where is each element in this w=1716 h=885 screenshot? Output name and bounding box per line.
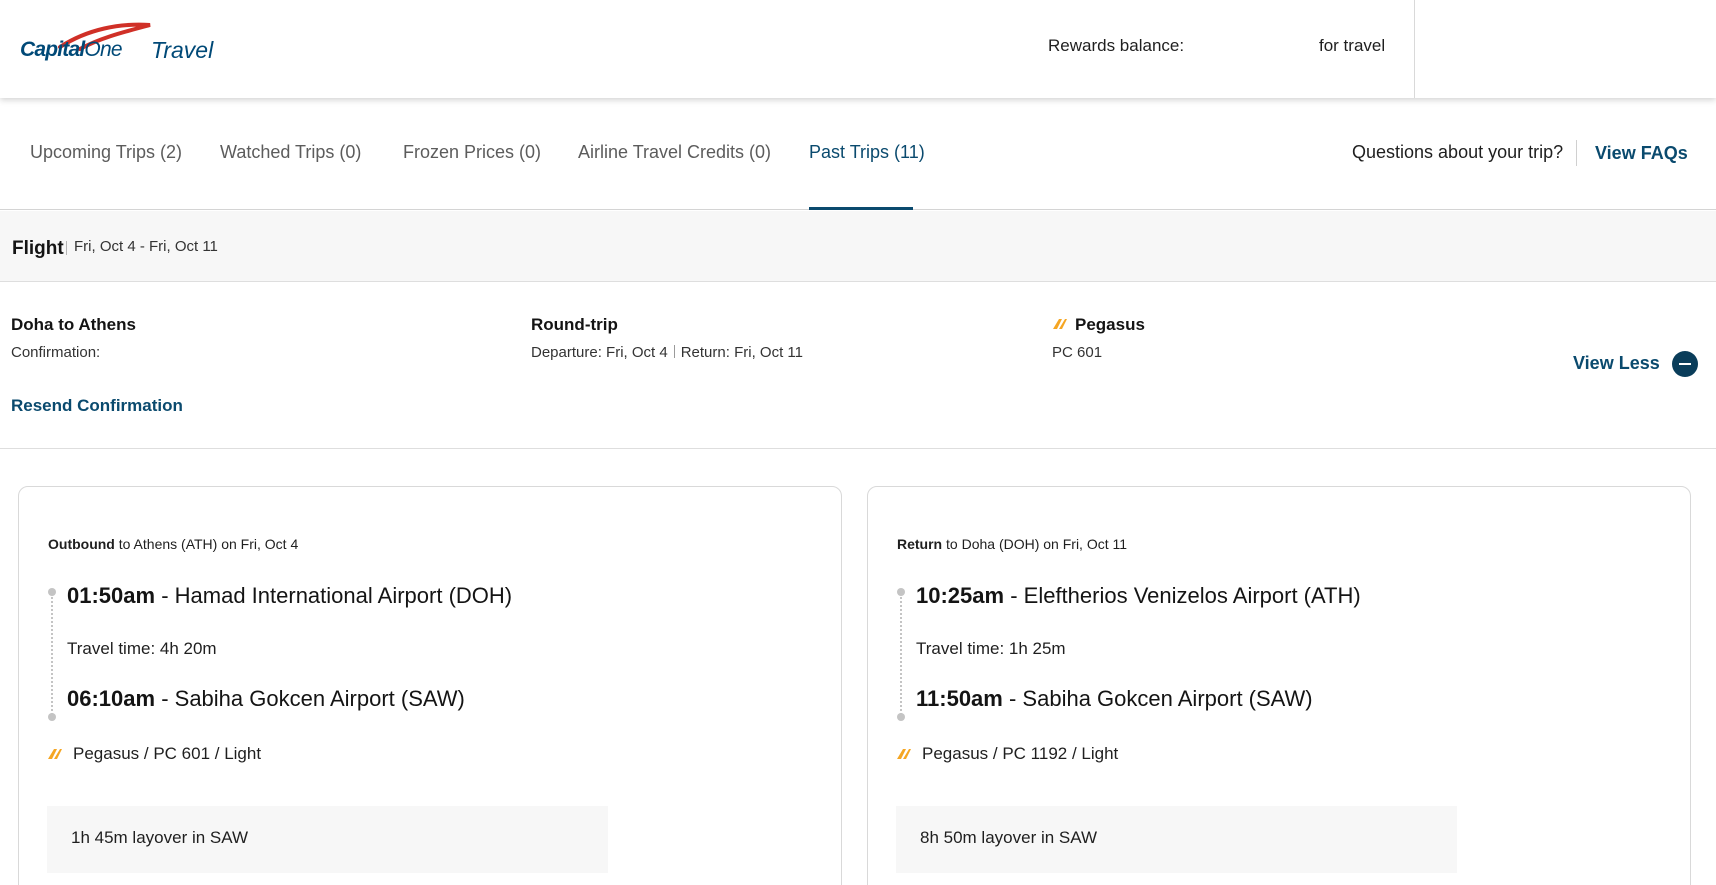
carrier-details: Pegasus / PC 601 / Light [73, 744, 262, 763]
date-divider [673, 345, 675, 358]
view-less-link[interactable]: View Less [1573, 353, 1660, 374]
strip-divider [66, 241, 67, 255]
trip-kind: Round-trip [531, 315, 618, 334]
pegasus-airline-icon [48, 749, 62, 759]
logo-product: Travel [151, 37, 214, 63]
timeline-end-dot [48, 713, 56, 721]
tab-frozen-prices[interactable]: Frozen Prices (0) [403, 142, 541, 163]
capital-one-travel-logo[interactable]: CapitalOne Travel [18, 18, 218, 68]
resend-confirmation-link[interactable]: Resend Confirmation [11, 396, 183, 416]
pegasus-airline-icon [897, 749, 911, 759]
tab-airline-travel-credits[interactable]: Airline Travel Credits (0) [578, 142, 771, 163]
header-divider [1414, 0, 1415, 98]
logo-brand: CapitalOne [20, 38, 123, 61]
departure-date: Departure: Fri, Oct 4 [531, 344, 668, 361]
layover-box: 1h 45m layover in SAW [47, 806, 608, 873]
faq-question: Questions about your trip? [1352, 142, 1564, 162]
app-header: CapitalOne Travel Rewards balance: for t… [0, 0, 1716, 98]
tab-watched-trips[interactable]: Watched Trips (0) [220, 142, 361, 163]
view-faqs-link[interactable]: View FAQs [1595, 143, 1688, 164]
trips-tab-bar: Upcoming Trips (2) Watched Trips (0) Fro… [0, 98, 1716, 210]
rewards-balance-label: Rewards balance: [1048, 36, 1185, 55]
travel-time: Travel time: 4h 20m [67, 639, 217, 658]
rewards-suffix: for travel [1319, 36, 1386, 55]
flight-timeline [51, 590, 53, 718]
arrival-stop: 11:50am - Sabiha Gokcen Airport (SAW) [916, 686, 1313, 711]
trip-dates: Fri, Oct 4 - Fri, Oct 11 [74, 238, 218, 255]
return-heading: Return to Doha (DOH) on Fri, Oct 11 [897, 536, 1128, 552]
return-card: Return to Doha (DOH) on Fri, Oct 11 10:2… [867, 486, 1691, 885]
layover-text: 8h 50m layover in SAW [920, 828, 1097, 847]
travel-time: Travel time: 1h 25m [916, 639, 1066, 658]
active-tab-indicator [809, 207, 913, 210]
carrier-details: Pegasus / PC 1192 / Light [922, 744, 1119, 763]
flight-number: PC 601 [1052, 344, 1103, 361]
pegasus-airline-icon [1053, 319, 1067, 329]
layover-box: 8h 50m layover in SAW [896, 806, 1457, 873]
confirmation-label: Confirmation: [11, 344, 101, 361]
trip-type: Flight [12, 238, 64, 259]
departure-stop: 10:25am - Eleftherios Venizelos Airport … [916, 583, 1361, 608]
return-date: Return: Fri, Oct 11 [680, 344, 803, 361]
outbound-card: Outbound to Athens (ATH) on Fri, Oct 4 0… [18, 486, 842, 885]
faq-divider [1576, 140, 1577, 166]
route-title: Doha to Athens [11, 315, 136, 334]
tab-past-trips[interactable]: Past Trips (11) [809, 142, 925, 163]
trip-summary: Doha to Athens Confirmation: Resend Conf… [0, 282, 1716, 449]
airline-name: Pegasus [1075, 315, 1145, 334]
tab-upcoming-trips[interactable]: Upcoming Trips (2) [30, 142, 182, 163]
collapse-minus-icon[interactable] [1672, 351, 1698, 377]
arrival-stop: 06:10am - Sabiha Gokcen Airport (SAW) [67, 686, 465, 711]
trip-dates-detail: Departure: Fri, Oct 4 Return: Fri, Oct 11 [531, 344, 803, 361]
outbound-heading: Outbound to Athens (ATH) on Fri, Oct 4 [48, 536, 299, 552]
timeline-end-dot [897, 713, 905, 721]
flight-timeline [900, 590, 902, 718]
layover-text: 1h 45m layover in SAW [71, 828, 248, 847]
departure-stop: 01:50am - Hamad International Airport (D… [67, 583, 513, 608]
trip-header-strip: Flight Fri, Oct 4 - Fri, Oct 11 [0, 211, 1716, 282]
